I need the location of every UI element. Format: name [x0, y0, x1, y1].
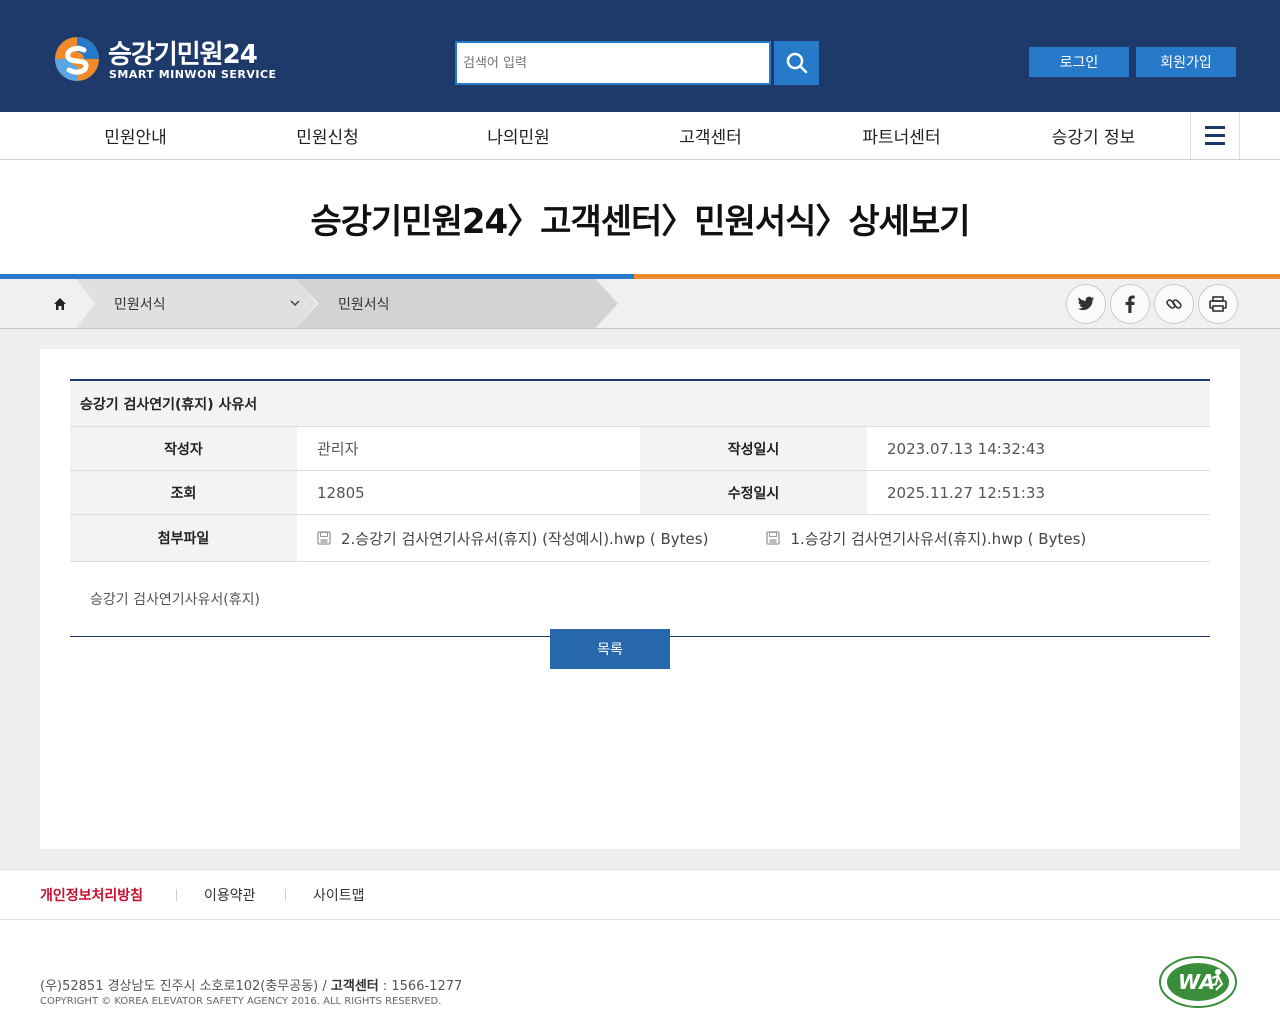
- link-icon: [1166, 299, 1182, 309]
- terms-link[interactable]: 이용약관: [204, 870, 256, 920]
- attachment-label: 첨부파일: [70, 515, 297, 561]
- logo-icon: [55, 37, 99, 81]
- views-value: 12805: [317, 483, 365, 502]
- main-nav: 민원안내 민원신청 나의민원 고객센터 파트너센터 승강기 정보: [0, 112, 1280, 160]
- site-header: 승강기민원24 SMART MINWON SERVICE 로그인 회원가입: [0, 0, 1280, 112]
- attachment-filename: 1.승강기 검사연기사유서(휴지).hwp ( Bytes): [790, 529, 1087, 548]
- copyright: COPYRIGHT © KOREA ELEVATOR SAFETY AGENCY…: [40, 996, 442, 1007]
- page-title: 승강기민원24〉고객센터〉민원서식〉상세보기: [310, 202, 970, 242]
- privacy-policy-link[interactable]: 개인정보처리방침: [40, 870, 143, 920]
- post-detail: 승강기 검사연기(휴지) 사유서 작성자 관리자 작성일시 2023.07.13…: [70, 379, 1210, 637]
- copy-link-button[interactable]: [1154, 284, 1194, 324]
- title-area: 승강기민원24〉고객센터〉민원서식〉상세보기: [0, 160, 1280, 274]
- modified-value: 2025.11.27 12:51:33: [887, 483, 1046, 502]
- attachment-filename: 2.승강기 검사연기사유서(휴지) (작성예시).hwp ( Bytes): [341, 529, 709, 548]
- list-button[interactable]: 목록: [550, 629, 670, 669]
- logo-subtitle: SMART MINWON SERVICE: [109, 68, 277, 81]
- wa-mark-text: WA: [1178, 970, 1215, 994]
- hamburger-icon-bar: [1205, 142, 1225, 145]
- views-label: 조회: [70, 471, 297, 514]
- attachment-link[interactable]: 2.승강기 검사연기사유서(휴지) (작성예시).hwp ( Bytes): [317, 528, 708, 549]
- search-icon: [786, 52, 807, 74]
- home-icon: [54, 297, 66, 310]
- modified-label: 수정일시: [640, 471, 867, 514]
- post-title: 승강기 검사연기(휴지) 사유서: [70, 379, 1210, 427]
- footer-divider: [285, 889, 286, 901]
- content-panel: 승강기 검사연기(휴지) 사유서 작성자 관리자 작성일시 2023.07.13…: [40, 349, 1240, 849]
- nav-item-apply[interactable]: 민원신청: [232, 112, 423, 159]
- breadcrumb-level1[interactable]: 민원서식: [114, 279, 166, 328]
- breadcrumb-level2: 민원서식: [338, 296, 390, 313]
- nav-item-partner-center[interactable]: 파트너센터: [806, 112, 997, 159]
- facebook-icon: [1125, 295, 1135, 313]
- chevron-down-icon[interactable]: [288, 296, 302, 310]
- meta-row: 조회 12805 수정일시 2025.11.27 12:51:33: [70, 471, 1210, 515]
- footer-divider: [176, 889, 177, 901]
- home-button[interactable]: [40, 279, 80, 328]
- hamburger-icon-bar: [1205, 126, 1225, 129]
- search-input[interactable]: [457, 43, 769, 83]
- search-button[interactable]: [774, 41, 819, 85]
- nav-item-guide[interactable]: 민원안내: [40, 112, 231, 159]
- menu-toggle-button[interactable]: [1190, 112, 1240, 159]
- logo-title: 승강기민원24: [108, 40, 258, 70]
- cs-label: 고객센터: [330, 979, 379, 994]
- cs-number: : 1566-1277: [378, 979, 463, 994]
- attachment-link[interactable]: 1.승강기 검사연기사유서(휴지).hwp ( Bytes): [766, 528, 1086, 549]
- footer-address: (우)52851 경상남도 진주시 소호로102(충무공동) / 고객센터 : …: [40, 975, 462, 994]
- attachment-row: 첨부파일 2.승강기 검사연기사유서(휴지) (작성예시).hwp ( Byte…: [70, 515, 1210, 562]
- footer: (우)52851 경상남도 진주시 소호로102(충무공동) / 고객센터 : …: [0, 920, 1280, 1024]
- print-button[interactable]: [1198, 284, 1238, 324]
- meta-row: 작성자 관리자 작성일시 2023.07.13 14:32:43: [70, 427, 1210, 471]
- breadcrumb-segment-bg: [76, 279, 316, 328]
- nav-item-elevator-info[interactable]: 승강기 정보: [998, 112, 1189, 159]
- author-label: 작성자: [70, 427, 297, 470]
- nav-item-customer-center[interactable]: 고객센터: [615, 112, 806, 159]
- address-text: (우)52851 경상남도 진주시 소호로102(충무공동) /: [40, 979, 331, 994]
- join-button[interactable]: 회원가입: [1136, 47, 1236, 77]
- twitter-icon: [1077, 296, 1095, 311]
- footer-links: 개인정보처리방침 이용약관 사이트맵: [0, 869, 1280, 920]
- print-icon: [1209, 296, 1227, 312]
- attachment-list: 2.승강기 검사연기사유서(휴지) (작성예시).hwp ( Bytes) 1.…: [297, 515, 1210, 561]
- web-accessibility-mark-icon: WA: [1159, 956, 1237, 1008]
- created-value: 2023.07.13 14:32:43: [887, 439, 1046, 458]
- file-icon: [766, 531, 781, 545]
- search-box: [455, 41, 771, 85]
- share-twitter-button[interactable]: [1066, 284, 1106, 324]
- created-label: 작성일시: [640, 427, 867, 470]
- file-icon: [317, 531, 331, 545]
- hamburger-icon-bar: [1205, 134, 1225, 137]
- post-body: 승강기 검사연기사유서(휴지): [70, 562, 1210, 637]
- breadcrumb: 민원서식 민원서식: [0, 279, 1280, 329]
- site-logo[interactable]: 승강기민원24 SMART MINWON SERVICE: [54, 34, 284, 84]
- nav-item-my[interactable]: 나의민원: [423, 112, 614, 159]
- author-value: 관리자: [317, 440, 359, 458]
- login-button[interactable]: 로그인: [1029, 47, 1129, 77]
- share-facebook-button[interactable]: [1110, 284, 1150, 324]
- sitemap-link[interactable]: 사이트맵: [313, 870, 365, 920]
